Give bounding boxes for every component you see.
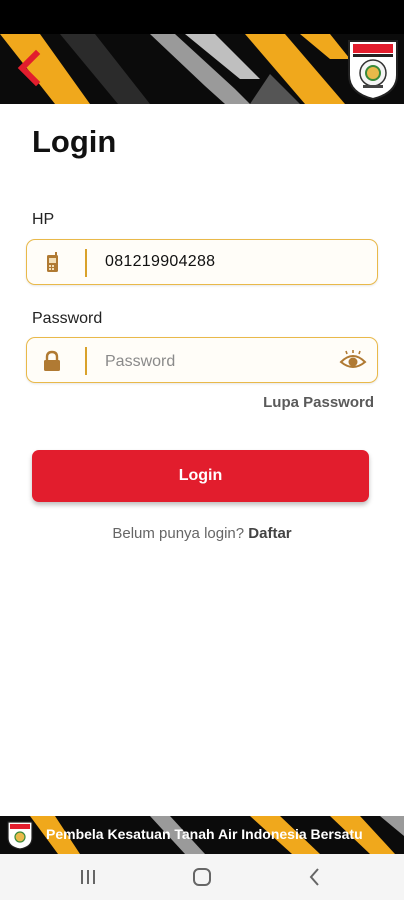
forgot-password-link[interactable]: Lupa Password	[263, 394, 374, 411]
footer-slogan: Pembela Kesatuan Tanah Air Indonesia Ber…	[46, 826, 363, 842]
chevron-left-icon	[17, 49, 41, 87]
status-bar	[0, 0, 404, 34]
header-banner	[0, 34, 404, 104]
phone-field[interactable]: 081219904288	[26, 239, 378, 285]
recent-apps-icon[interactable]	[76, 866, 100, 888]
footer-logo	[6, 820, 34, 850]
header-stripes	[0, 34, 404, 104]
password-input[interactable]	[103, 347, 337, 377]
back-icon[interactable]	[303, 866, 327, 888]
padlock-icon	[41, 350, 63, 372]
phone-value[interactable]: 081219904288	[105, 253, 215, 271]
password-field-divider	[85, 347, 87, 375]
phone-field-divider	[85, 249, 87, 277]
page-title: Login	[32, 124, 117, 159]
register-prompt-text: Belum punya login?	[112, 525, 245, 542]
password-label: Password	[32, 310, 103, 327]
footer-banner: Pembela Kesatuan Tanah Air Indonesia Ber…	[0, 816, 404, 854]
register-link[interactable]: Daftar	[248, 525, 291, 542]
home-icon[interactable]	[190, 866, 214, 888]
password-field[interactable]	[26, 337, 378, 383]
system-navigation-bar	[0, 854, 404, 900]
organization-logo	[345, 37, 401, 101]
eye-icon[interactable]	[339, 350, 367, 372]
mobile-phone-icon	[41, 252, 63, 274]
phone-label: HP	[32, 211, 55, 228]
back-button[interactable]	[10, 48, 50, 88]
login-button[interactable]: Login	[32, 450, 369, 502]
register-prompt-line: Belum punya login? Daftar	[0, 525, 404, 542]
